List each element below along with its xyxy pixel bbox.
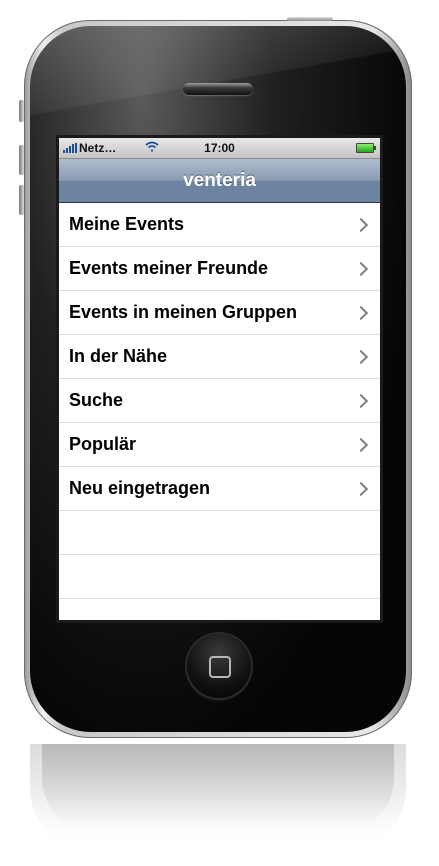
menu-item-label: Events meiner Freunde [69, 258, 269, 278]
page: Netz… 17:00 venteria Meine Events Events… [0, 0, 439, 866]
battery-icon [356, 143, 376, 153]
home-button-icon [209, 656, 231, 678]
volume-down-button[interactable] [19, 185, 24, 215]
menu-item-in-der-naehe[interactable]: In der Nähe [59, 335, 380, 379]
empty-row [59, 511, 380, 555]
chevron-right-icon [353, 349, 369, 364]
status-bar: Netz… 17:00 [59, 138, 380, 159]
menu-item-label: Suche [69, 390, 124, 410]
reflection-inner [42, 744, 394, 834]
home-button[interactable] [187, 634, 251, 698]
chevron-right-icon [353, 437, 369, 452]
navigation-bar: venteria [59, 159, 380, 203]
menu-item-label: In der Nähe [69, 346, 168, 366]
mute-switch[interactable] [19, 100, 24, 122]
menu-item-events-in-meinen-gruppen[interactable]: Events in meinen Gruppen [59, 291, 380, 335]
menu-item-suche[interactable]: Suche [59, 379, 380, 423]
chevron-right-icon [353, 261, 369, 276]
chevron-right-icon [353, 393, 369, 408]
menu-item-label: Neu eingetragen [69, 478, 211, 498]
nav-title: venteria [183, 169, 256, 191]
menu-item-label: Meine Events [69, 214, 185, 234]
sleep-button[interactable] [287, 17, 333, 21]
empty-row [59, 555, 380, 599]
menu-item-label: Populär [69, 434, 137, 454]
empty-row [59, 599, 380, 620]
menu-list: Meine Events Events meiner Freunde Event… [59, 203, 380, 620]
earpiece-speaker [183, 83, 253, 95]
volume-up-button[interactable] [19, 145, 24, 175]
chevron-right-icon [353, 305, 369, 320]
menu-item-events-meiner-freunde[interactable]: Events meiner Freunde [59, 247, 380, 291]
screen: Netz… 17:00 venteria Meine Events Events… [59, 138, 380, 620]
menu-item-neu-eingetragen[interactable]: Neu eingetragen [59, 467, 380, 511]
chevron-right-icon [353, 217, 369, 232]
menu-item-meine-events[interactable]: Meine Events [59, 203, 380, 247]
phone-reflection [30, 744, 406, 854]
menu-item-populaer[interactable]: Populär [59, 423, 380, 467]
chevron-right-icon [353, 481, 369, 496]
menu-item-label: Events in meinen Gruppen [69, 302, 298, 322]
status-time: 17:00 [204, 141, 235, 155]
